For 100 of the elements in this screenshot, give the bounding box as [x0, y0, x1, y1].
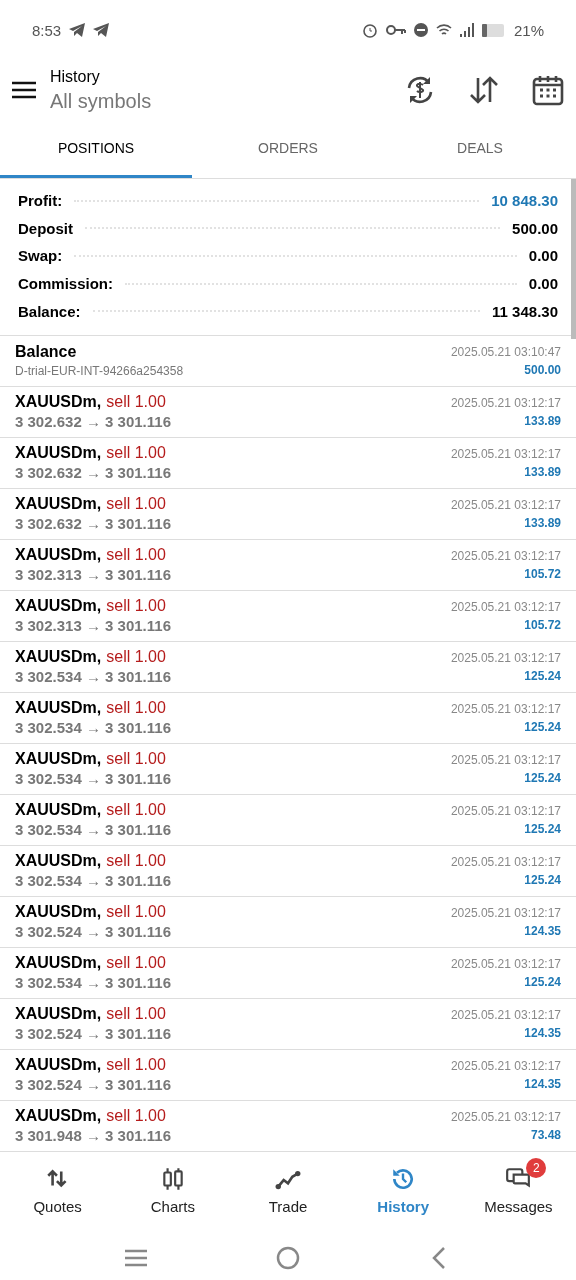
timestamp: 2025.05.21 03:12:17 — [450, 548, 561, 563]
timestamp: 2025.05.21 03:12:17 — [450, 854, 561, 869]
symbol-name: XAUUSDm, — [15, 954, 102, 973]
symbol-name: XAUUSDm, — [15, 801, 102, 820]
deal-volume: sell 1.00 — [106, 546, 166, 565]
price-range: 3 302.534 → 3 301.116 — [15, 668, 171, 686]
profit-amount: 133.89 — [524, 413, 561, 428]
symbol-name: XAUUSDm, — [15, 1005, 102, 1024]
symbol-name: XAUUSDm, — [15, 1107, 102, 1126]
profit-amount: 105.72 — [524, 566, 561, 581]
price-range: 3 302.534 → 3 301.116 — [15, 770, 171, 788]
deal-volume: sell 1.00 — [106, 954, 166, 973]
profit-amount: 105.72 — [524, 617, 561, 632]
price-range: 3 302.632 → 3 301.116 — [15, 464, 171, 482]
telegram-icon — [93, 23, 110, 37]
signal-icon — [459, 23, 474, 37]
summary-label: Balance: — [18, 302, 81, 320]
tab[interactable]: ORDERS — [192, 120, 384, 178]
summary-value: 0.00 — [528, 247, 558, 265]
profit-amount: 125.24 — [524, 770, 561, 785]
timestamp: 2025.05.21 03:10:47 — [450, 344, 561, 359]
price-range: 3 302.534 → 3 301.116 — [15, 872, 171, 890]
nav-tab[interactable]: History — [345, 1151, 461, 1230]
deal-volume: sell 1.00 — [106, 495, 166, 514]
timestamp: 2025.05.21 03:12:17 — [450, 1058, 561, 1073]
deal-volume: sell 1.00 — [106, 852, 166, 871]
price-range: 3 302.313 → 3 301.116 — [15, 566, 171, 584]
profit-amount: 125.24 — [524, 974, 561, 989]
symbol-name: XAUUSDm, — [15, 444, 102, 463]
deal-volume: sell 1.00 — [106, 648, 166, 667]
profit-amount: 73.48 — [530, 1127, 561, 1142]
deal-volume: sell 1.00 — [106, 597, 166, 616]
price-range: 3 301.948 → 3 301.116 — [15, 1127, 171, 1145]
price-range: 3 302.524 → 3 301.116 — [15, 1025, 171, 1043]
menu-icon[interactable] — [12, 80, 36, 100]
alarm-icon — [361, 22, 378, 38]
timestamp: 2025.05.21 03:12:17 — [450, 650, 561, 665]
clock-time: 8:53 — [32, 21, 62, 39]
summary-label: Swap: — [18, 247, 63, 265]
price-range: 3 302.524 → 3 301.116 — [15, 1076, 171, 1094]
profit-amount: 125.24 — [524, 821, 561, 836]
deal-volume: sell 1.00 — [106, 801, 166, 820]
battery-percent: 21% — [513, 21, 544, 39]
summary-label: Deposit — [18, 219, 73, 237]
profit-amount: 124.35 — [524, 923, 561, 938]
calendar-icon[interactable] — [532, 74, 564, 106]
deal-volume: sell 1.00 — [106, 1107, 166, 1126]
profit-amount: 124.35 — [524, 1076, 561, 1091]
symbol-name: XAUUSDm, — [15, 597, 102, 616]
timestamp: 2025.05.21 03:12:17 — [450, 803, 561, 818]
timestamp: 2025.05.21 03:12:17 — [450, 752, 561, 767]
symbol-name: XAUUSDm, — [15, 852, 102, 871]
profit-amount: 125.24 — [524, 719, 561, 734]
symbol-filter[interactable]: All symbols — [50, 89, 372, 113]
price-range: 3 302.524 → 3 301.116 — [15, 923, 171, 941]
tab[interactable]: DEALS — [384, 120, 576, 178]
symbol-name: XAUUSDm, — [15, 393, 102, 412]
timestamp: 2025.05.21 03:12:17 — [450, 497, 561, 512]
deal-volume: sell 1.00 — [106, 1005, 166, 1024]
profit-amount: 124.35 — [524, 1025, 561, 1040]
key-icon — [385, 24, 406, 36]
profit-amount: 133.89 — [524, 515, 561, 530]
summary-value: 10 848.30 — [491, 192, 558, 210]
telegram-icon — [69, 23, 86, 37]
battery-icon — [481, 23, 506, 37]
symbol-name: XAUUSDm, — [15, 546, 102, 565]
price-range: 3 302.632 → 3 301.116 — [15, 413, 171, 431]
symbol-name: XAUUSDm, — [15, 1056, 102, 1075]
profit-amount: 125.24 — [524, 872, 561, 887]
deal-volume: sell 1.00 — [106, 1056, 166, 1075]
deal-volume: sell 1.00 — [106, 699, 166, 718]
nav-tab[interactable]: Trade — [230, 1151, 346, 1230]
notification-badge: 2 — [526, 1157, 547, 1178]
price-range: 3 302.632 → 3 301.116 — [15, 515, 171, 533]
timestamp: 2025.05.21 03:12:17 — [450, 446, 561, 461]
nav-tab[interactable]: Quotes — [0, 1151, 116, 1230]
wifi-icon — [435, 23, 452, 37]
symbol-name: XAUUSDm, — [15, 648, 102, 667]
deal-volume: sell 1.00 — [106, 750, 166, 769]
amount: 500.00 — [524, 362, 561, 377]
price-range: 3 302.534 → 3 301.116 — [15, 974, 171, 992]
summary-value: 11 348.30 — [492, 302, 558, 320]
home-icon[interactable] — [275, 1244, 301, 1271]
deal-volume: sell 1.00 — [106, 903, 166, 922]
symbol-name: XAUUSDm, — [15, 699, 102, 718]
timestamp: 2025.05.21 03:12:17 — [450, 599, 561, 614]
do-not-disturb-icon — [413, 23, 428, 37]
summary-label: Profit: — [18, 192, 63, 210]
nav-tab[interactable]: Charts — [115, 1151, 231, 1230]
timestamp: 2025.05.21 03:12:17 — [450, 701, 561, 716]
screen-title: History — [50, 67, 101, 86]
tab[interactable]: POSITIONS — [0, 120, 192, 178]
timestamp: 2025.05.21 03:12:17 — [450, 1007, 561, 1022]
sort-icon[interactable] — [468, 74, 500, 106]
operation-comment: D-trial-EUR-INT-94266a254358 — [15, 364, 184, 379]
timestamp: 2025.05.21 03:12:17 — [450, 905, 561, 920]
operation-type: Balance — [15, 343, 78, 362]
deal-volume: sell 1.00 — [106, 393, 166, 412]
nav-tab[interactable]: Messages 2 — [460, 1151, 576, 1230]
timestamp: 2025.05.21 03:12:17 — [450, 395, 561, 410]
